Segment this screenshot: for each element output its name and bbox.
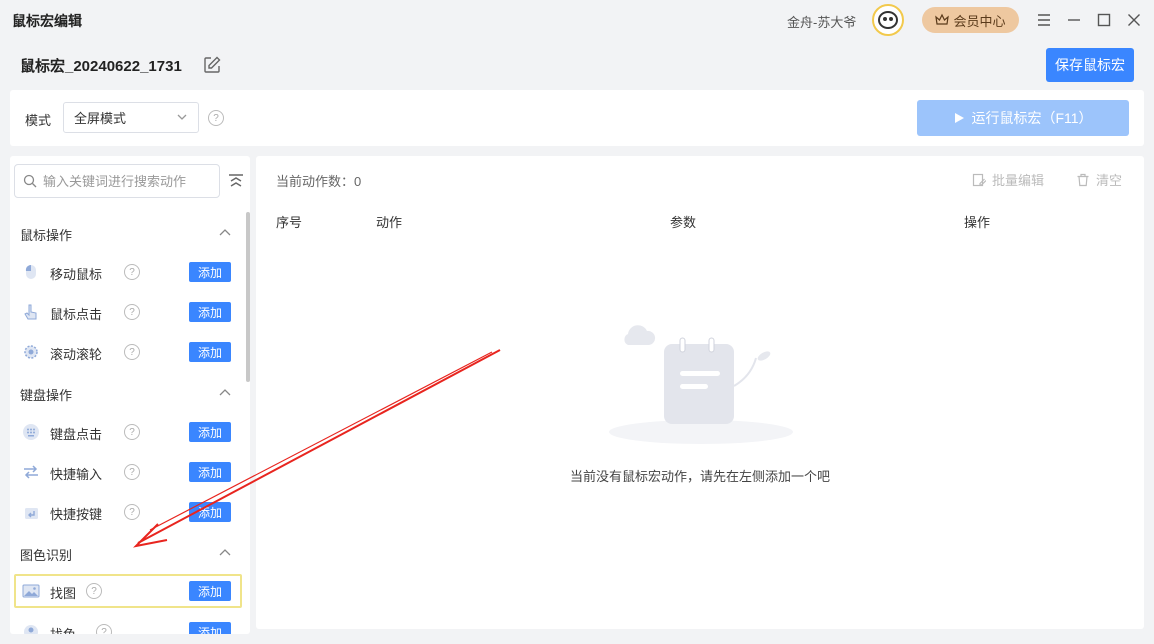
image-icon	[22, 584, 40, 598]
action-item-scroll-wheel[interactable]: 滚动滚轮 ? 添加	[14, 335, 242, 369]
avatar[interactable]	[872, 4, 904, 36]
run-macro-label: 运行鼠标宏（F11）	[971, 110, 1093, 126]
help-icon[interactable]: ?	[96, 624, 112, 634]
group-image-color-recognition[interactable]: 图色识别	[10, 538, 242, 568]
hotkey-icon	[25, 508, 38, 519]
add-button[interactable]: 添加	[189, 342, 231, 362]
column-header-action: 动作	[376, 215, 403, 230]
column-header-operation: 操作	[964, 215, 991, 230]
group-keyboard-operations[interactable]: 键盘操作	[10, 378, 242, 408]
help-icon[interactable]: ?	[124, 264, 140, 280]
action-item-label: 找色	[50, 624, 76, 634]
crown-icon	[935, 13, 950, 25]
help-icon[interactable]: ?	[124, 464, 140, 480]
scroll-wheel-icon	[24, 345, 38, 359]
empty-state-text: 当前没有鼠标宏动作，请先在左侧添加一个吧	[569, 469, 830, 484]
action-list-panel: 当前动作数：0 批量编辑 清空 序号 动作 参数 操作 当前没有鼠标宏动作，请先…	[256, 156, 1144, 629]
help-icon[interactable]: ?	[124, 504, 140, 520]
action-item-label: 滚动滚轮	[50, 347, 103, 362]
clear-button[interactable]: 清空	[1076, 170, 1122, 189]
help-icon[interactable]: ?	[124, 344, 140, 360]
menu-icon[interactable]	[1034, 10, 1054, 30]
mode-help-icon[interactable]: ?	[208, 110, 224, 126]
minimize-icon[interactable]	[1064, 10, 1084, 30]
color-icon	[24, 625, 38, 634]
help-icon[interactable]: ?	[124, 304, 140, 320]
action-sidebar: 鼠标操作 移动鼠标 ? 添加 鼠标点击 ? 添加 滚动滚轮 ? 添加 键盘操作 …	[10, 156, 250, 634]
title-bar: 鼠标宏编辑 金舟-苏大爷 会员中心	[0, 0, 1154, 40]
action-item-keyboard-click[interactable]: 键盘点击 ? 添加	[14, 415, 242, 449]
help-icon[interactable]: ?	[86, 583, 102, 599]
mode-select-value: 全屏模式	[74, 111, 127, 126]
chevron-up-icon	[219, 389, 231, 396]
trash-icon	[1077, 173, 1089, 186]
action-item-label: 快捷按键	[50, 507, 103, 522]
add-button[interactable]: 添加	[189, 462, 231, 482]
sidebar-scrollbar[interactable]	[246, 212, 250, 382]
mode-label: 模式	[25, 113, 52, 128]
add-button[interactable]: 添加	[189, 581, 231, 601]
collapse-all-icon[interactable]	[227, 172, 245, 190]
action-item-label: 移动鼠标	[50, 267, 103, 282]
action-count: 当前动作数：0	[276, 174, 362, 189]
search-icon	[23, 174, 37, 188]
action-item-label: 快捷输入	[50, 467, 103, 482]
group-title: 键盘操作	[20, 388, 73, 403]
add-button[interactable]: 添加	[189, 422, 231, 442]
batch-edit-icon	[972, 173, 986, 186]
save-macro-button[interactable]: 保存鼠标宏	[1046, 48, 1134, 82]
chevron-down-icon	[177, 114, 187, 120]
macro-header: 鼠标宏_20240622_1731 保存鼠标宏	[0, 40, 1154, 90]
empty-notepad-illustration	[609, 325, 793, 444]
help-icon[interactable]: ?	[124, 424, 140, 440]
action-item-label: 键盘点击	[50, 427, 103, 442]
mode-select[interactable]: 全屏模式	[63, 102, 199, 133]
add-button[interactable]: 添加	[189, 622, 231, 634]
pointer-hand-icon	[24, 304, 37, 320]
action-item-find-image[interactable]: 找图 ? 添加	[14, 574, 242, 608]
chevron-up-icon	[219, 549, 231, 556]
action-item-hotkey[interactable]: 快捷按键 ? 添加	[14, 495, 242, 529]
username: 金舟-苏大爷	[787, 15, 857, 30]
batch-edit-label: 批量编辑	[992, 173, 1045, 188]
group-title: 鼠标操作	[20, 228, 73, 243]
vip-center-label: 会员中心	[953, 13, 1006, 29]
action-item-label: 鼠标点击	[50, 307, 103, 322]
quick-input-icon	[24, 465, 38, 479]
add-button[interactable]: 添加	[189, 302, 231, 322]
keyboard-icon	[23, 424, 39, 440]
action-item-quick-input[interactable]: 快捷输入 ? 添加	[14, 455, 242, 489]
maximize-icon[interactable]	[1094, 10, 1114, 30]
panda-avatar-icon	[878, 11, 898, 29]
edit-name-icon[interactable]	[202, 55, 222, 75]
batch-edit-button[interactable]: 批量编辑	[972, 170, 1044, 189]
macro-name: 鼠标宏_20240622_1731	[20, 58, 182, 75]
action-item-find-color[interactable]: 找色 ? 添加	[14, 615, 242, 634]
action-item-mouse-click[interactable]: 鼠标点击 ? 添加	[14, 295, 242, 329]
mode-bar: 模式 全屏模式 ? 运行鼠标宏（F11）	[10, 90, 1144, 146]
add-button[interactable]: 添加	[189, 502, 231, 522]
group-title: 图色识别	[20, 548, 73, 563]
close-icon[interactable]	[1124, 10, 1144, 30]
column-header-index: 序号	[276, 215, 303, 230]
group-mouse-operations[interactable]: 鼠标操作	[10, 218, 242, 248]
app-title: 鼠标宏编辑	[12, 13, 82, 29]
column-header-params: 参数	[670, 215, 697, 230]
add-button[interactable]: 添加	[189, 262, 231, 282]
action-search[interactable]	[14, 164, 220, 198]
action-item-label: 找图	[50, 586, 77, 601]
search-input[interactable]	[43, 173, 203, 189]
action-item-move-mouse[interactable]: 移动鼠标 ? 添加	[14, 255, 242, 289]
chevron-up-icon	[219, 229, 231, 236]
play-icon	[955, 113, 965, 123]
clear-label: 清空	[1096, 173, 1123, 188]
mouse-icon	[25, 264, 36, 279]
vip-center-button[interactable]: 会员中心	[922, 7, 1019, 33]
run-macro-button[interactable]: 运行鼠标宏（F11）	[917, 100, 1129, 136]
